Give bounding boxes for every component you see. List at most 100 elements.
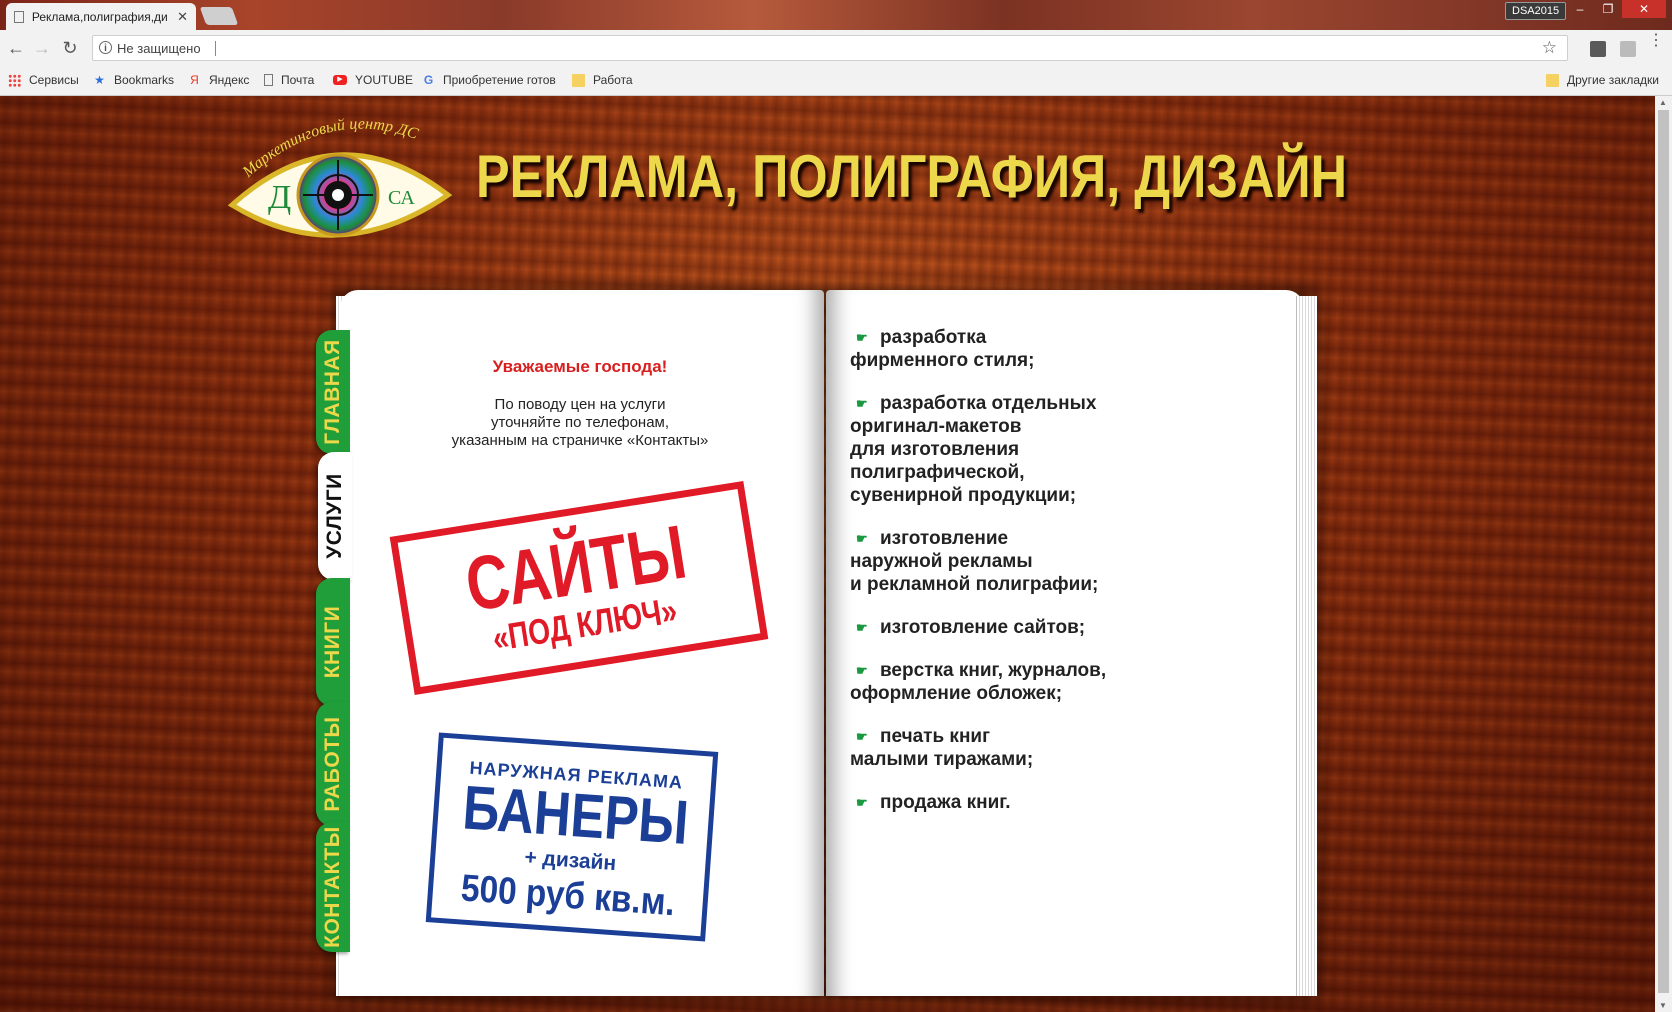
youtube-icon: ▶ [333, 75, 347, 85]
extension-icon[interactable] [1590, 41, 1606, 57]
bookmark-other[interactable]: Другие закладки [1546, 73, 1659, 87]
bookmark-label: Сервисы [29, 73, 79, 87]
tab-label: КНИГИ [321, 605, 344, 679]
page-icon [264, 74, 273, 86]
bookmark-youtube[interactable]: ▶ YOUTUBE [333, 73, 413, 87]
tab-close-icon[interactable]: ✕ [177, 9, 188, 25]
window-close-button[interactable]: ✕ [1622, 0, 1666, 18]
price-note-line: указанным на страничке «Контакты» [451, 432, 709, 449]
security-label: Не защищено [117, 41, 201, 56]
forward-button[interactable]: → [30, 36, 54, 60]
info-icon[interactable]: i [99, 41, 112, 54]
service-item: ☛ печать книг малыми тиражами; [850, 725, 1270, 771]
pointing-hand-icon: ☛ [856, 330, 868, 345]
browser-toolbar: ← → ↻ i Не защищено ☆ ⋮ [0, 30, 1672, 66]
yandex-icon: Я [190, 72, 199, 87]
restore-button[interactable]: ❐ [1594, 0, 1622, 18]
greeting-heading: Уважаемые господа! [492, 357, 668, 376]
tab-contacts[interactable]: КОНТАКТЫ [316, 822, 350, 952]
tab-label: КОНТАКТЫ [321, 826, 344, 948]
service-item: ☛ разработка отдельных оригинал-макетов для… [850, 392, 1270, 507]
browser-tab[interactable]: Реклама,полиграфия,ди ✕ [6, 3, 196, 30]
bookmark-label: Яндекс [209, 73, 250, 87]
bookmark-label: Другие закладки [1567, 73, 1659, 87]
bookmark-bookmarks[interactable]: ★ Bookmarks [93, 73, 174, 87]
services-list: ☛ разработка фирменного стиля; ☛ разработка … [850, 326, 1270, 834]
scrollbar[interactable]: ▲ ▼ [1655, 96, 1672, 1012]
tab-books[interactable]: КНИГИ [316, 578, 350, 706]
bookmark-yandex[interactable]: Я Яндекс [188, 73, 249, 87]
service-line: наружной рекламы [850, 551, 1033, 572]
service-line: ☛ разработка отдельных [856, 393, 1097, 414]
service-line: и рекламной полиграфии; [850, 574, 1099, 595]
tab-label: РАБОТЫ [321, 716, 344, 812]
bookmark-label: Bookmarks [114, 73, 175, 87]
service-item: ☛ продажа книг. [850, 791, 1270, 814]
star-icon: ★ [94, 72, 105, 87]
bookmarks-bar: Сервисы ★ Bookmarks Я Яндекс Почта ▶ YOU… [0, 66, 1672, 96]
service-line: ☛ разработка [856, 327, 987, 348]
service-line: ☛ изготовление [856, 528, 1009, 549]
service-item: ☛ изготовление наружной рекламы и рекламной… [850, 527, 1270, 596]
tab-works[interactable]: РАБОТЫ [316, 702, 350, 826]
pointing-hand-icon: ☛ [856, 663, 868, 678]
bookmark-label: Работа [593, 73, 633, 87]
page-icon [14, 10, 24, 23]
text-caret [215, 41, 216, 56]
pointing-hand-icon: ☛ [856, 620, 868, 635]
service-line: ☛ печать книг [856, 726, 991, 747]
service-line: оригинал-макетов [850, 416, 1022, 437]
pointing-hand-icon: ☛ [856, 729, 868, 744]
back-button[interactable]: ← [4, 36, 28, 60]
service-line: фирменного стиля; [850, 350, 1035, 371]
service-item: ☛ разработка фирменного стиля; [850, 326, 1270, 372]
scroll-up-icon[interactable]: ▲ [1659, 98, 1667, 107]
service-line: оформление обложек; [850, 683, 1063, 704]
service-line: ☛ продажа книг. [856, 792, 1011, 813]
service-item: ☛ верстка книг, журналов, оформление облож… [850, 659, 1270, 705]
profile-badge[interactable]: DSA2015 [1505, 2, 1567, 20]
bookmark-apps[interactable]: Сервисы [8, 73, 79, 87]
cast-icon[interactable] [1620, 41, 1636, 57]
price-note: По поводу цен на услуги уточняйте по тел… [340, 396, 820, 450]
tab-services[interactable]: УСЛУГИ [318, 452, 352, 580]
bookmark-google[interactable]: G Приобретение готов [422, 73, 557, 87]
service-line: ☛ изготовление сайтов; [856, 617, 1086, 638]
service-line: ☛ верстка книг, журналов, [856, 660, 1107, 681]
logo[interactable]: Д СА Маркетинговый центр ДСА [228, 110, 458, 260]
bookmark-star-icon[interactable]: ☆ [1542, 38, 1557, 58]
bookmark-work[interactable]: Работа [572, 73, 633, 87]
reload-button[interactable]: ↻ [58, 36, 82, 60]
service-line: малыми тиражами; [850, 749, 1034, 770]
scroll-down-icon[interactable]: ▼ [1659, 1001, 1667, 1010]
service-line: полиграфической, [850, 462, 1025, 483]
banners-stamp[interactable]: НАРУЖНАЯ РЕКЛАМА БАНЕРЫ + дизайн 500 руб… [425, 732, 719, 942]
google-icon: G [423, 73, 434, 87]
site-headline: РЕКЛАМА, ПОЛИГРАФИЯ, ДИЗАЙН [476, 143, 1348, 210]
service-line: для изготовления [850, 439, 1020, 460]
pointing-hand-icon: ☛ [856, 531, 868, 546]
minimize-button[interactable]: – [1566, 0, 1594, 18]
address-bar[interactable]: i Не защищено ☆ [92, 35, 1568, 61]
menu-icon[interactable]: ⋮ [1648, 33, 1664, 49]
tab-label: УСЛУГИ [323, 473, 346, 559]
price-note-line: По поводу цен на услуги [494, 396, 666, 413]
window-controls: – ❐ ✕ [1566, 0, 1666, 18]
bookmark-label: Почта [281, 73, 315, 87]
service-line: сувенирной продукции; [850, 485, 1077, 506]
bookmark-label: YOUTUBE [355, 73, 414, 87]
bookmark-label: Приобретение готов [443, 73, 556, 87]
folder-icon [1546, 73, 1559, 87]
tab-title: Реклама,полиграфия,ди [31, 9, 168, 24]
logo-letter-left: Д [268, 179, 291, 216]
folder-icon [572, 73, 585, 87]
apps-icon [8, 73, 21, 87]
logo-letter-right: СА [388, 187, 415, 209]
price-note-line: уточняйте по телефонам, [490, 414, 670, 431]
pointing-hand-icon: ☛ [856, 396, 868, 411]
pointing-hand-icon: ☛ [856, 795, 868, 810]
scroll-thumb[interactable] [1658, 110, 1669, 993]
book-edge-right [1296, 296, 1317, 996]
new-tab-button[interactable] [199, 7, 239, 25]
bookmark-mail[interactable]: Почта [264, 73, 314, 87]
